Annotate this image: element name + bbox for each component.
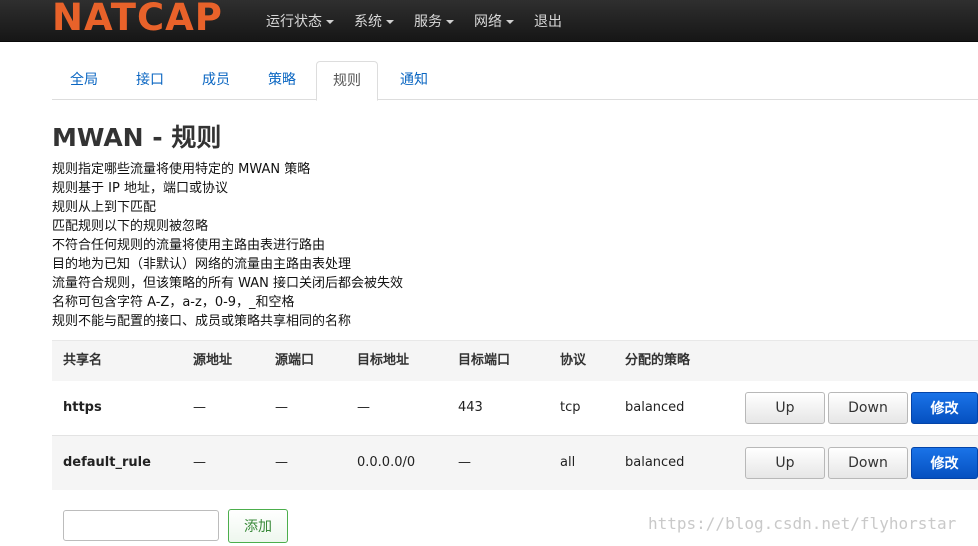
edit-button[interactable]: 修改 bbox=[911, 447, 978, 479]
menu-network[interactable]: 网络 bbox=[474, 11, 514, 31]
header-src-port: 源端口 bbox=[275, 353, 315, 368]
rule-dst-port: — bbox=[458, 455, 471, 470]
description-line: 不符合任何规则的流量将使用主路由表进行路由 bbox=[52, 238, 326, 253]
rule-policy: balanced bbox=[625, 455, 685, 470]
menu-system-label: 系统 bbox=[354, 13, 382, 30]
menu-services[interactable]: 服务 bbox=[414, 11, 454, 31]
description-line: 规则基于 IP 地址，端口或协议 bbox=[52, 181, 228, 196]
menu-logout[interactable]: 退出 bbox=[534, 11, 562, 31]
header-dst-addr: 目标地址 bbox=[357, 353, 410, 368]
chevron-down-icon bbox=[506, 19, 514, 24]
description-line: 目的地为已知（非默认）网络的流量由主路由表处理 bbox=[52, 257, 352, 272]
rule-src-port: — bbox=[275, 400, 288, 415]
rule-dst-addr: 0.0.0.0/0 bbox=[357, 455, 416, 470]
page-title: MWAN - 规则 bbox=[52, 123, 222, 152]
rule-policy: balanced bbox=[625, 400, 685, 415]
menu-system[interactable]: 系统 bbox=[354, 11, 394, 31]
menu-status[interactable]: 运行状态 bbox=[266, 11, 334, 31]
page-description: 规则指定哪些流量将使用特定的 MWAN 策略 规则基于 IP 地址，端口或协议 … bbox=[52, 160, 403, 331]
rule-dst-port: 443 bbox=[458, 400, 483, 415]
table-row: default_rule — — 0.0.0.0/0 — all balance… bbox=[52, 436, 978, 490]
tab-members[interactable]: 成员 bbox=[202, 61, 230, 99]
header-name: 共享名 bbox=[63, 353, 103, 368]
move-down-button[interactable]: Down bbox=[828, 392, 908, 424]
main-menu: 运行状态 系统 服务 网络 退出 bbox=[266, 0, 582, 41]
top-navbar: NATCAP 运行状态 系统 服务 网络 退出 bbox=[0, 0, 978, 42]
mwan-tabs: 全局 接口 成员 策略 规则 通知 bbox=[52, 61, 978, 101]
rule-protocol: tcp bbox=[560, 400, 581, 415]
table-row: https — — — 443 tcp balanced Up Down 修改 bbox=[52, 381, 978, 436]
tab-rules[interactable]: 规则 bbox=[316, 61, 378, 101]
description-line: 流量符合规则，但该策略的所有 WAN 接口关闭后都会被失效 bbox=[52, 276, 404, 291]
edit-button[interactable]: 修改 bbox=[911, 392, 978, 424]
chevron-down-icon bbox=[386, 19, 394, 24]
watermark-text: https://blog.csdn.net/flyhorstar bbox=[648, 514, 957, 533]
move-up-button[interactable]: Up bbox=[745, 392, 825, 424]
rule-name: https bbox=[63, 400, 102, 415]
chevron-down-icon bbox=[326, 19, 334, 24]
rule-src-addr: — bbox=[193, 455, 206, 470]
rule-dst-addr: — bbox=[357, 400, 370, 415]
description-line: 规则从上到下匹配 bbox=[52, 200, 157, 215]
rule-protocol: all bbox=[560, 455, 576, 470]
tab-notify[interactable]: 通知 bbox=[400, 61, 428, 99]
move-up-button[interactable]: Up bbox=[745, 447, 825, 479]
tab-interfaces[interactable]: 接口 bbox=[136, 61, 164, 99]
move-down-button[interactable]: Down bbox=[828, 447, 908, 479]
rule-name: default_rule bbox=[63, 455, 151, 470]
header-dst-port: 目标端口 bbox=[458, 353, 511, 368]
description-line: 规则不能与配置的接口、成员或策略共享相同的名称 bbox=[52, 314, 352, 329]
header-src-addr: 源地址 bbox=[193, 353, 233, 368]
menu-services-label: 服务 bbox=[414, 13, 442, 30]
menu-status-label: 运行状态 bbox=[266, 13, 322, 30]
natcap-logo[interactable]: NATCAP bbox=[52, 0, 223, 40]
menu-logout-label: 退出 bbox=[534, 13, 562, 30]
description-line: 匹配规则以下的规则被忽略 bbox=[52, 219, 209, 234]
header-protocol: 协议 bbox=[560, 353, 587, 368]
description-line: 规则指定哪些流量将使用特定的 MWAN 策略 bbox=[52, 162, 311, 177]
tab-policies[interactable]: 策略 bbox=[268, 61, 296, 99]
menu-network-label: 网络 bbox=[474, 13, 502, 30]
description-line: 名称可包含字符 A-Z，a-z，0-9，_和空格 bbox=[52, 295, 295, 310]
header-policy: 分配的策略 bbox=[625, 353, 691, 368]
add-rule-button[interactable]: 添加 bbox=[228, 509, 288, 543]
tab-global[interactable]: 全局 bbox=[70, 61, 98, 99]
rule-src-addr: — bbox=[193, 400, 206, 415]
table-header: 共享名 源地址 源端口 目标地址 目标端口 协议 分配的策略 bbox=[52, 340, 978, 382]
rule-src-port: — bbox=[275, 455, 288, 470]
chevron-down-icon bbox=[446, 19, 454, 24]
new-rule-name-input[interactable] bbox=[63, 510, 219, 541]
